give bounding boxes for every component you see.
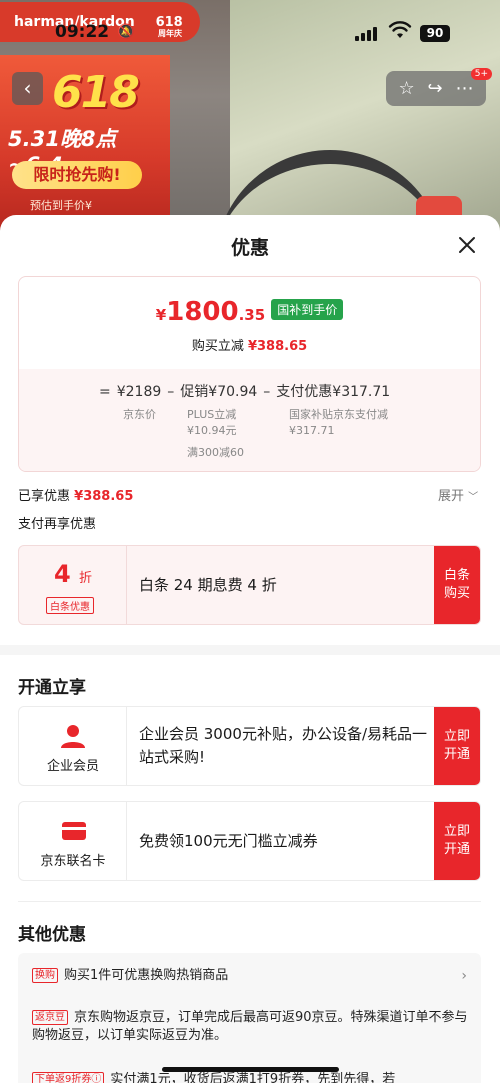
promo-detail-line: 满300减60 xyxy=(187,446,244,459)
share-icon[interactable]: ↪ xyxy=(428,78,443,99)
enjoyed-label: 已享优惠 xyxy=(18,489,71,504)
jd-cobrand-card[interactable]: 京东联名卡 免费领100元无门槛立减券 立即开通 xyxy=(18,801,481,881)
offer-text: 购买1件可优惠换购热销商品 xyxy=(64,968,229,983)
final-price: ¥1800.35 国补到手价 xyxy=(19,297,480,327)
offer-tag: 下单返9折券ⓘ xyxy=(32,1072,105,1083)
chevron-right-icon[interactable]: › xyxy=(461,968,467,984)
pay-discount-detail: 国家补贴京东支付减 ¥317.71 xyxy=(289,407,388,439)
other-offer-item[interactable]: 换购 购买1件可优惠换购热销商品 xyxy=(32,967,452,985)
price-formula: = ¥2189– 促销¥70.94– 支付优惠¥317.71 京东价 PLUS立减 ¥… xyxy=(19,369,480,471)
formula-minus: – xyxy=(167,384,175,400)
promo-618: 618 xyxy=(52,67,140,118)
jdcard-open-button[interactable]: 立即开通 xyxy=(434,802,480,880)
baitiao-discount-unit: 折 xyxy=(79,571,93,586)
enterprise-label: 企业会员 xyxy=(46,759,99,774)
baitiao-discount-value: 4 xyxy=(53,560,71,588)
enterprise-icon-col: 企业会员 xyxy=(19,707,127,785)
more-icon[interactable]: ⋯ xyxy=(456,78,474,99)
divider xyxy=(18,901,481,902)
promo-flash: 限时抢先购! xyxy=(12,161,142,189)
promo-est: 预估到手价¥ xyxy=(30,199,92,212)
other-offer-item: 返京豆 京东购物返京豆，订单完成后最高可返90京豆。特殊渠道订单不参与购物返豆，以… xyxy=(32,1009,472,1045)
expand-button[interactable]: 展开 ﹀ xyxy=(438,485,478,504)
price-breakdown-card: ¥1800.35 国补到手价 购买立减 ¥388.65 = ¥2189– 促销¥70.… xyxy=(18,276,481,472)
baitiao-desc: 白条 24 期息费 4 折 xyxy=(139,575,277,594)
other-offer-item: 下单返9折券ⓘ 实付满1元，收货后返满1打9折券，先到先得，若 xyxy=(32,1071,472,1083)
section-separator xyxy=(0,645,500,655)
jdcard-icon-col: 京东联名卡 xyxy=(19,802,127,880)
chevron-left-icon: ‹ xyxy=(23,76,32,100)
formula-pay-discount: 支付优惠¥317.71 xyxy=(276,384,391,400)
enjoyed-amount: ¥388.65 xyxy=(74,489,134,504)
top-action-bar: ☆ ↪ ⋯ 5+ xyxy=(386,68,492,106)
jdcard-label: 京东联名卡 xyxy=(40,854,106,869)
status-bar: 09:22 🔕 90 xyxy=(0,0,500,44)
baitiao-buy-button[interactable]: 白条购买 xyxy=(434,546,480,624)
chevron-down-icon: ﹀ xyxy=(468,492,479,503)
other-section-title: 其他优惠 xyxy=(18,925,86,945)
promo-detail-line: PLUS立减 xyxy=(187,408,237,421)
message-badge: 5+ xyxy=(470,68,492,80)
formula-equals: = xyxy=(99,384,111,400)
back-button[interactable]: ‹ xyxy=(12,72,43,105)
enterprise-member-card[interactable]: 企业会员 企业会员 3000元补贴，办公设备/易耗品一站式采购! 立即开通 xyxy=(18,706,481,786)
promo-detail-line: ¥10.94元 xyxy=(187,424,237,437)
price-decimal: .35 xyxy=(238,306,266,324)
offer-text: 京东购物返京豆，订单完成后最高可返90京豆。特殊渠道订单不参与购物返豆，以订单实… xyxy=(32,1010,468,1043)
pay-detail-line: 国家补贴京东支付减 xyxy=(289,408,388,421)
open-section-title: 开通立享 xyxy=(18,678,86,698)
wifi-icon xyxy=(388,21,412,38)
enterprise-desc: 企业会员 3000元补贴，办公设备/易耗品一站式采购! xyxy=(139,725,427,766)
formula-promo: 促销¥70.94 xyxy=(180,384,258,400)
status-time: 09:22 xyxy=(55,22,110,42)
formula-minus: – xyxy=(263,384,271,400)
baitiao-tag: 白条优惠 xyxy=(46,597,94,614)
battery-icon: 90 xyxy=(420,25,450,42)
price-currency: ¥ xyxy=(155,306,167,324)
instant-save-label: 购买立减 xyxy=(191,339,244,354)
subsidy-price-badge: 国补到手价 xyxy=(271,299,344,320)
promo-detail: PLUS立减 ¥10.94元 满300减60 xyxy=(187,407,244,461)
discount-sheet: 优惠 ¥1800.35 国补到手价 购买立减 ¥388.65 = ¥2189– 促销¥… xyxy=(0,215,500,1083)
other-offers-list: 换购 购买1件可优惠换购热销商品 › 返京豆 京东购物返京豆，订单完成后最高可返90… xyxy=(18,953,481,1083)
mute-bell-icon: 🔕 xyxy=(117,24,135,40)
baitiao-offer-card[interactable]: 4 折 白条优惠 白条 24 期息费 4 折 白条购买 xyxy=(18,545,481,625)
baitiao-discount: 4 折 xyxy=(19,560,127,588)
instant-save-amount: ¥388.65 xyxy=(247,339,308,354)
base-price-label: 京东价 xyxy=(123,408,156,421)
jdcard-desc: 免费领100元无门槛立减券 xyxy=(139,831,318,850)
offer-tag: 换购 xyxy=(32,968,58,983)
pay-detail-line: ¥317.71 xyxy=(289,424,335,437)
pay-more-title: 支付再享优惠 xyxy=(18,517,97,532)
sheet-title: 优惠 xyxy=(230,237,269,259)
home-indicator[interactable] xyxy=(162,1067,339,1072)
close-icon[interactable] xyxy=(455,233,479,257)
enjoyed-discount: 已享优惠 ¥388.65 xyxy=(18,485,133,504)
star-icon[interactable]: ☆ xyxy=(398,78,414,99)
price-integer: 1800 xyxy=(166,297,239,327)
offer-text: 实付满1元，收货后返满1打9折券，先到先得，若 xyxy=(110,1072,396,1083)
person-icon xyxy=(61,725,85,748)
signal-icon xyxy=(355,27,377,41)
credit-card-icon xyxy=(62,822,86,840)
expand-label: 展开 xyxy=(438,489,465,504)
instant-save: 购买立减 ¥388.65 xyxy=(19,335,480,354)
baitiao-discount-col: 4 折 白条优惠 xyxy=(19,546,127,624)
formula-base-price: ¥2189 xyxy=(116,384,162,400)
offer-tag: 返京豆 xyxy=(32,1010,68,1025)
enterprise-open-button[interactable]: 立即开通 xyxy=(434,707,480,785)
